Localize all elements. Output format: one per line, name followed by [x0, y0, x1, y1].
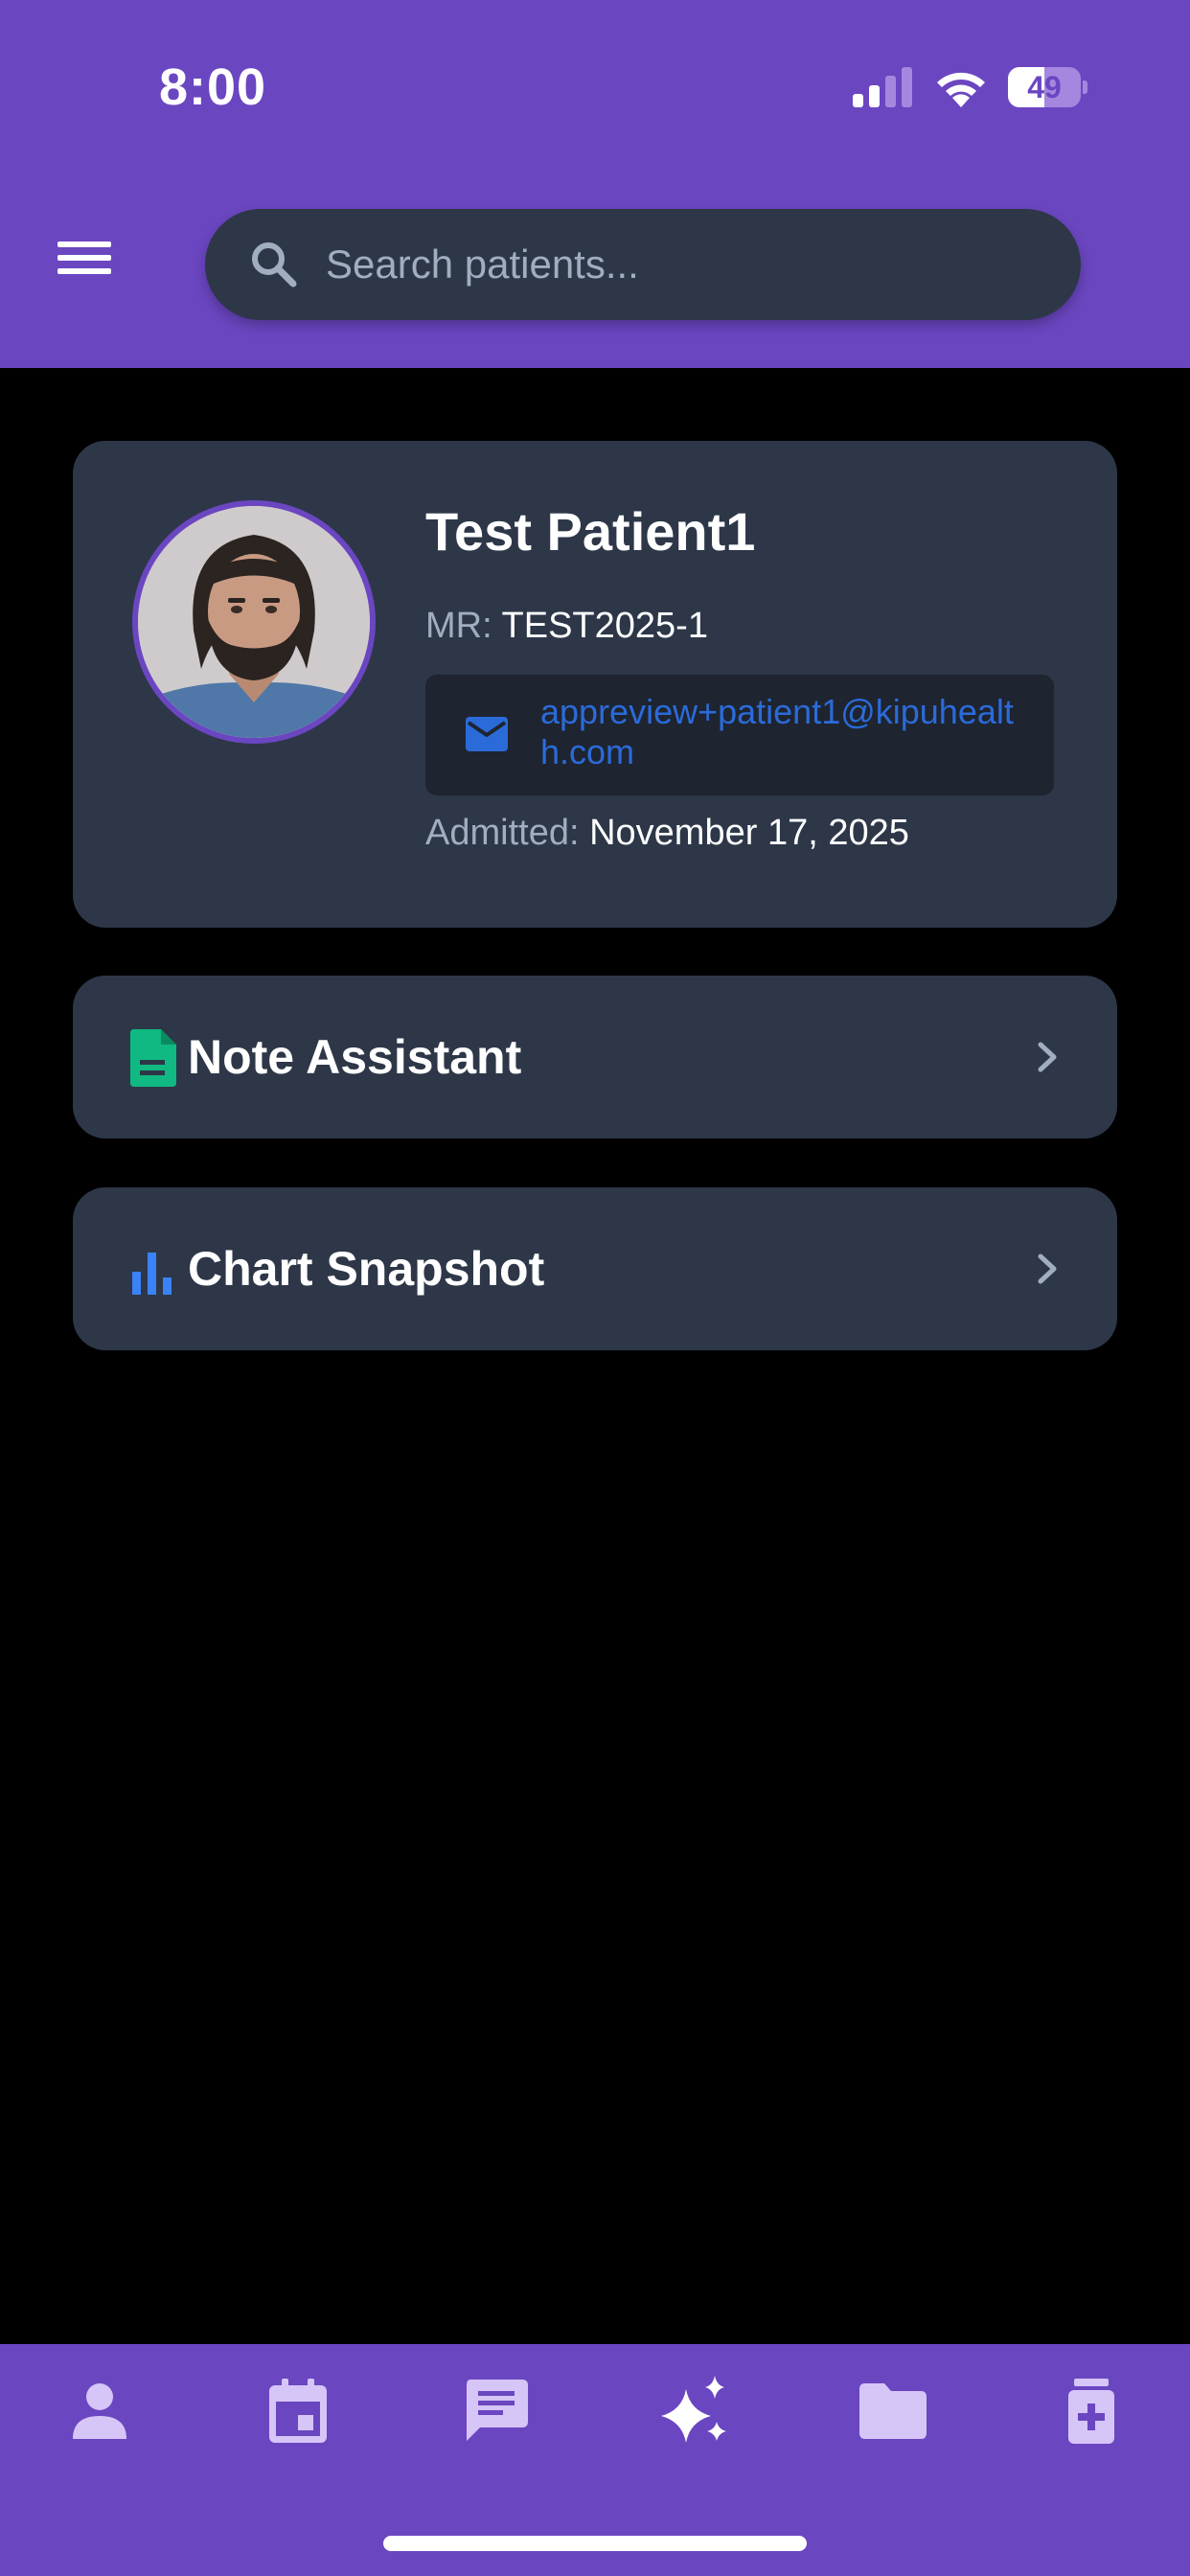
nav-messages[interactable] [458, 2373, 535, 2450]
document-icon [130, 1029, 176, 1087]
wifi-icon [937, 72, 985, 107]
cellular-signal-icon [853, 67, 912, 107]
folder-icon [859, 2383, 927, 2439]
chart-snapshot-button[interactable]: Chart Snapshot [73, 1187, 1117, 1350]
admitted-value: November 17, 2025 [589, 813, 909, 853]
bar-chart-icon [132, 1253, 172, 1295]
calendar-icon [269, 2379, 327, 2443]
chevron-right-icon [1038, 1254, 1057, 1284]
medication-icon [1068, 2379, 1114, 2444]
email-link[interactable]: appreview+patient1@kipuhealth.com [425, 675, 1054, 795]
patient-name: Test Patient1 [425, 501, 756, 562]
medical-record-number: MR: TEST2025-1 [425, 606, 708, 647]
sparkles-icon [661, 2376, 726, 2443]
admitted-label: Admitted: [425, 813, 580, 853]
search-bar[interactable] [205, 209, 1081, 320]
patient-card: Test Patient1 MR: TEST2025-1 appreview+p… [73, 441, 1117, 928]
nav-calendar[interactable] [260, 2373, 336, 2450]
status-time: 8:00 [159, 58, 267, 116]
admission-date: Admitted: November 17, 2025 [425, 813, 909, 854]
mr-value: TEST2025-1 [501, 606, 708, 646]
nav-ai-assistant[interactable] [656, 2373, 733, 2450]
search-input[interactable] [326, 209, 1054, 320]
nav-medications[interactable] [1053, 2373, 1130, 2450]
battery-percentage: 49 [1027, 70, 1062, 104]
top-app-bar: 8:00 49 [0, 0, 1190, 368]
email-address[interactable]: appreview+patient1@kipuhealth.com [540, 692, 1029, 772]
note-assistant-button[interactable]: Note Assistant [73, 976, 1117, 1138]
nav-documents[interactable] [855, 2373, 931, 2450]
patient-photo [138, 506, 370, 738]
avatar[interactable] [132, 500, 376, 744]
mr-label: MR: [425, 606, 492, 646]
search-icon [252, 242, 297, 288]
home-indicator[interactable] [383, 2536, 807, 2551]
battery-icon: 49 [1008, 67, 1087, 107]
chat-icon [467, 2380, 528, 2441]
mail-icon [466, 717, 508, 751]
person-icon [73, 2383, 126, 2439]
hamburger-menu-icon[interactable] [54, 236, 115, 280]
chart-snapshot-label: Chart Snapshot [188, 1242, 545, 1296]
nav-patient[interactable] [61, 2373, 138, 2450]
chevron-right-icon [1038, 1042, 1057, 1072]
note-assistant-label: Note Assistant [188, 1030, 522, 1084]
